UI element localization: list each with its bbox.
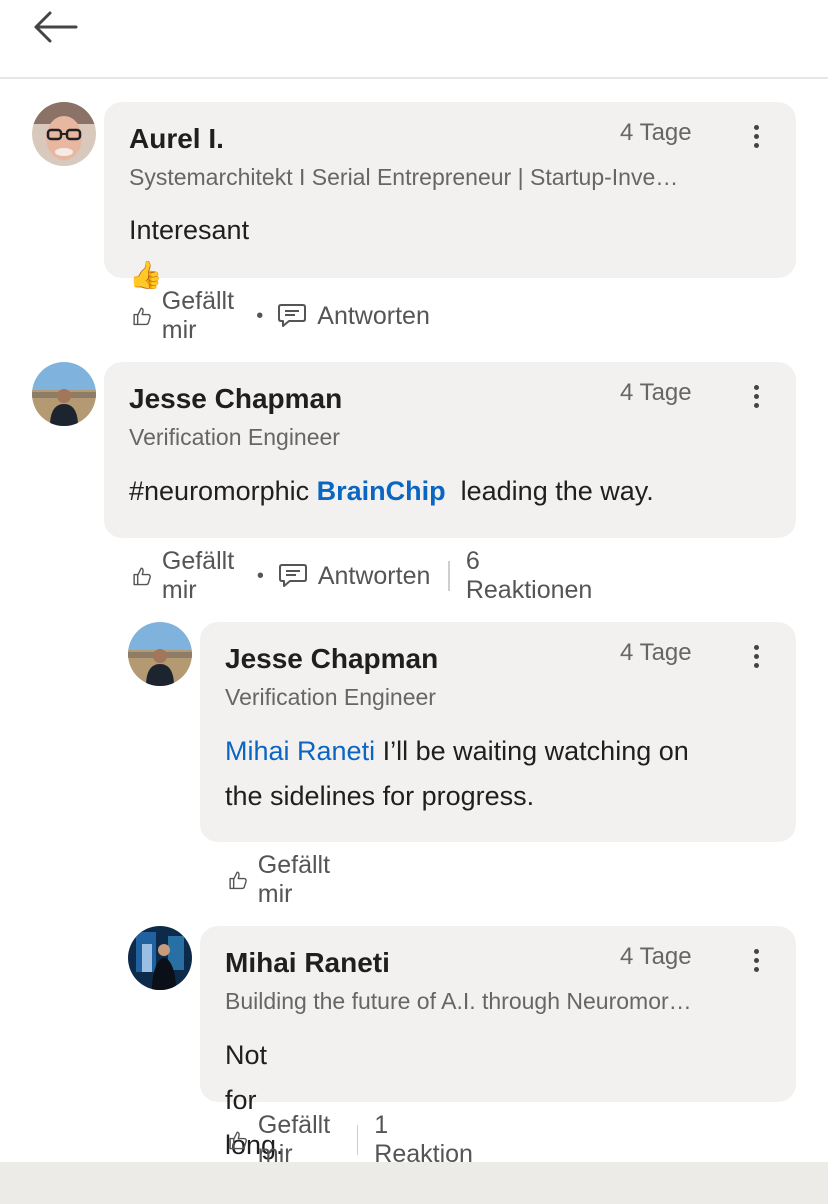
avatar[interactable] — [128, 622, 192, 686]
top-bar — [0, 0, 828, 79]
more-options-icon — [753, 949, 759, 954]
reply-actions: Gefällt mir 1 Reaktion — [228, 1111, 473, 1168]
mention-brainchip[interactable]: BrainChip — [317, 476, 446, 506]
more-options-icon — [753, 385, 759, 390]
divider — [356, 1125, 359, 1155]
like-thumb-icon — [133, 307, 151, 326]
reply-text-line2: the sidelines for progress. — [225, 781, 535, 811]
author-headline: Building the future of A.I. through Neur… — [225, 988, 692, 1014]
like-button[interactable]: Gefällt mir — [132, 547, 243, 605]
comment-actions: Gefällt mir • Antworten 6 Reaktionen — [132, 547, 592, 604]
timestamp: 4 Tage — [620, 943, 692, 970]
timestamp: 4 Tage — [620, 379, 692, 406]
mention-mihai-raneti[interactable]: Mihai Raneti — [225, 736, 375, 766]
reply-label: Antworten — [317, 301, 430, 330]
reactions-count[interactable]: 6 Reaktionen — [466, 547, 592, 605]
more-options-button[interactable] — [746, 945, 766, 979]
more-options-icon — [753, 125, 759, 130]
more-options-button[interactable] — [746, 381, 766, 415]
reply-text-line1: I’ll be waiting watching on — [375, 736, 689, 766]
back-button[interactable] — [30, 6, 82, 50]
hashtag-text: #neuromorphic — [129, 476, 317, 506]
reply-actions: Gefällt mir — [228, 851, 338, 908]
more-options-button[interactable] — [746, 121, 766, 155]
comment-text: Interesant 👍 — [129, 215, 250, 290]
like-button[interactable]: Gefällt mir — [228, 851, 338, 909]
author-headline: Verification Engineer — [129, 424, 340, 450]
like-button[interactable]: Gefällt mir — [132, 287, 242, 345]
like-label: Gefällt mir — [257, 851, 331, 908]
like-thumb-icon — [229, 871, 247, 890]
author-headline: Verification Engineer — [225, 684, 436, 710]
more-options-icon — [753, 645, 759, 650]
timestamp: 4 Tage — [620, 119, 692, 146]
back-arrow-icon — [34, 11, 78, 43]
reactions-count[interactable]: 1 Reaktion — [374, 1111, 473, 1169]
bottom-bar — [0, 1162, 828, 1204]
avatar[interactable] — [128, 926, 192, 990]
more-options-button[interactable] — [746, 641, 766, 675]
comment-actions: Gefällt mir • Antworten — [132, 287, 430, 344]
avatar[interactable] — [32, 102, 96, 166]
separator-dot: • — [256, 564, 264, 587]
reply-button[interactable]: Antworten — [278, 561, 431, 591]
comment-text: #neuromorphic BrainChip leading the way. — [129, 469, 654, 514]
like-label: Gefällt mir — [257, 1111, 331, 1168]
divider — [448, 561, 450, 591]
timestamp: 4 Tage — [620, 639, 692, 666]
separator-dot: • — [256, 304, 264, 327]
author-name[interactable]: Jesse Chapman — [225, 643, 438, 675]
like-button[interactable]: Gefällt mir — [228, 1111, 339, 1169]
avatar[interactable] — [32, 362, 96, 426]
like-thumb-icon — [229, 1131, 247, 1150]
reply-button[interactable]: Antworten — [277, 302, 430, 331]
author-name[interactable]: Jesse Chapman — [129, 383, 342, 415]
like-label: Gefällt mir — [161, 287, 235, 344]
author-name[interactable]: Mihai Raneti — [225, 947, 390, 979]
reply-bubble-icon — [278, 564, 307, 587]
reply-text: Mihai Raneti I’ll be waiting watching on… — [225, 729, 785, 819]
like-thumb-icon — [133, 567, 151, 586]
like-label: Gefällt mir — [161, 547, 235, 604]
comment-text-suffix: leading the way. — [445, 476, 654, 506]
reply-bubble-icon — [278, 304, 307, 327]
author-headline: Systemarchitekt I Serial Entrepreneur | … — [129, 164, 679, 190]
reply-label: Antworten — [317, 561, 431, 590]
author-name[interactable]: Aurel I. — [129, 123, 224, 155]
